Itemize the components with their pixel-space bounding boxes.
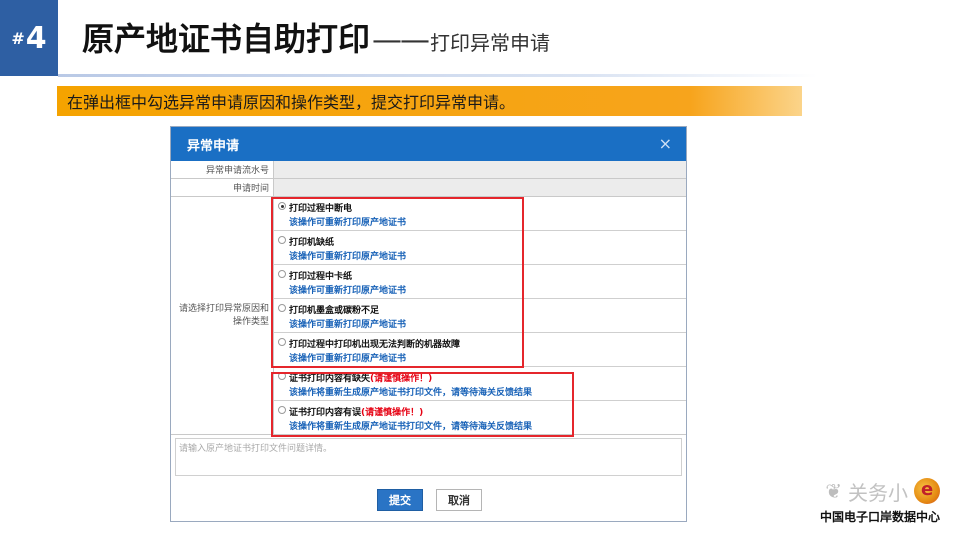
- reason-option-title: 打印过程中断电: [289, 204, 353, 214]
- reason-option-low-ink[interactable]: 打印机墨盒或碳粉不足 该操作可重新打印原产地证书: [274, 299, 686, 333]
- wechat-icon: ❦: [825, 479, 842, 503]
- dialog-title: 异常申请: [187, 138, 240, 154]
- reason-option-desc: 该操作可重新打印原产地证书: [289, 320, 407, 330]
- serial-number-row: 异常申请流水号: [171, 161, 686, 179]
- reason-radio[interactable]: [278, 270, 286, 278]
- reason-option-desc: 该操作可重新打印原产地证书: [289, 286, 407, 296]
- reason-label: 请选择打印异常原因和操作类型: [171, 197, 274, 435]
- reason-radio[interactable]: [278, 304, 286, 312]
- reason-option-title: 打印过程中打印机出现无法判断的机器故障: [289, 340, 461, 350]
- reason-option-title: 打印过程中卡纸: [289, 272, 353, 282]
- reason-option-desc: 该操作将重新生成原产地证书打印文件，请等待海关反馈结果: [289, 388, 533, 398]
- reason-option-desc: 该操作将重新生成原产地证书打印文件，请等待海关反馈结果: [289, 422, 533, 432]
- apply-time-value: [274, 179, 686, 196]
- reason-option-content-error[interactable]: 证书打印内容有误(请谨慎操作！) 该操作将重新生成原产地证书打印文件，请等待海关…: [274, 401, 686, 435]
- reason-radio[interactable]: [278, 202, 286, 210]
- watermark: ❦ 关务小 中国电子口岸数据中心: [820, 474, 940, 525]
- slide-title-main: 原产地证书自助打印: [82, 20, 371, 58]
- badge-hash: #: [11, 28, 25, 48]
- slide-title-sub: 打印异常申请: [430, 31, 551, 55]
- reason-option-desc: 该操作可重新打印原产地证书: [289, 218, 407, 228]
- watermark-top: ❦ 关务小: [820, 474, 940, 508]
- reason-option-paper-jam[interactable]: 打印过程中卡纸 该操作可重新打印原产地证书: [274, 265, 686, 299]
- instruction-banner: 在弹出框中勾选异常申请原因和操作类型，提交打印异常申请。: [57, 86, 802, 116]
- slide-title-dash: ——: [372, 23, 430, 58]
- close-icon[interactable]: ×: [659, 136, 672, 152]
- reason-option-power-failure[interactable]: 打印过程中断电 该操作可重新打印原产地证书: [274, 197, 686, 231]
- apply-time-row: 申请时间: [171, 179, 686, 197]
- cancel-button[interactable]: 取消: [436, 489, 482, 511]
- reason-radio[interactable]: [278, 406, 286, 414]
- instruction-text: 在弹出框中勾选异常申请原因和操作类型，提交打印异常申请。: [67, 93, 516, 112]
- details-area: [171, 435, 686, 479]
- serial-number-value: [274, 161, 686, 178]
- problem-details-input[interactable]: [175, 438, 682, 476]
- dialog-header: 异常申请 ×: [171, 127, 686, 161]
- submit-button[interactable]: 提交: [377, 489, 423, 511]
- reason-radio[interactable]: [278, 236, 286, 244]
- logo-seal-icon: [914, 478, 940, 504]
- reason-radio[interactable]: [278, 372, 286, 380]
- reason-option-content-missing[interactable]: 证书打印内容有缺失(请谨慎操作！) 该操作将重新生成原产地证书打印文件，请等待海…: [274, 367, 686, 401]
- reason-option-title: 打印机缺纸: [289, 238, 335, 248]
- watermark-subtitle: 中国电子口岸数据中心: [819, 510, 940, 524]
- badge-number: 4: [25, 20, 47, 56]
- reason-option-title: 打印机墨盒或碳粉不足: [289, 306, 380, 316]
- reason-option-title: 证书打印内容有缺失(请谨慎操作！): [289, 374, 433, 384]
- apply-time-label: 申请时间: [171, 179, 274, 196]
- reason-radio[interactable]: [278, 338, 286, 346]
- slide-title: 原产地证书自助打印 —— 打印异常申请: [82, 14, 550, 64]
- exception-application-dialog: 异常申请 × 异常申请流水号 申请时间 请选择打印异常原因和操作类型 打印过程中…: [170, 126, 687, 522]
- reason-option-machine-fault[interactable]: 打印过程中打印机出现无法判断的机器故障 该操作可重新打印原产地证书: [274, 333, 686, 367]
- title-divider: [58, 74, 818, 77]
- slide-number-badge: #4: [0, 0, 58, 76]
- serial-number-label: 异常申请流水号: [171, 161, 274, 178]
- reason-option-desc: 该操作可重新打印原产地证书: [289, 252, 407, 262]
- watermark-name: 关务小: [848, 480, 908, 505]
- reason-option-desc: 该操作可重新打印原产地证书: [289, 354, 407, 364]
- reason-option-out-of-paper[interactable]: 打印机缺纸 该操作可重新打印原产地证书: [274, 231, 686, 265]
- reason-option-title: 证书打印内容有误(请谨慎操作！): [289, 408, 424, 418]
- reason-selection-block: 请选择打印异常原因和操作类型 打印过程中断电 该操作可重新打印原产地证书 打印机…: [171, 197, 686, 437]
